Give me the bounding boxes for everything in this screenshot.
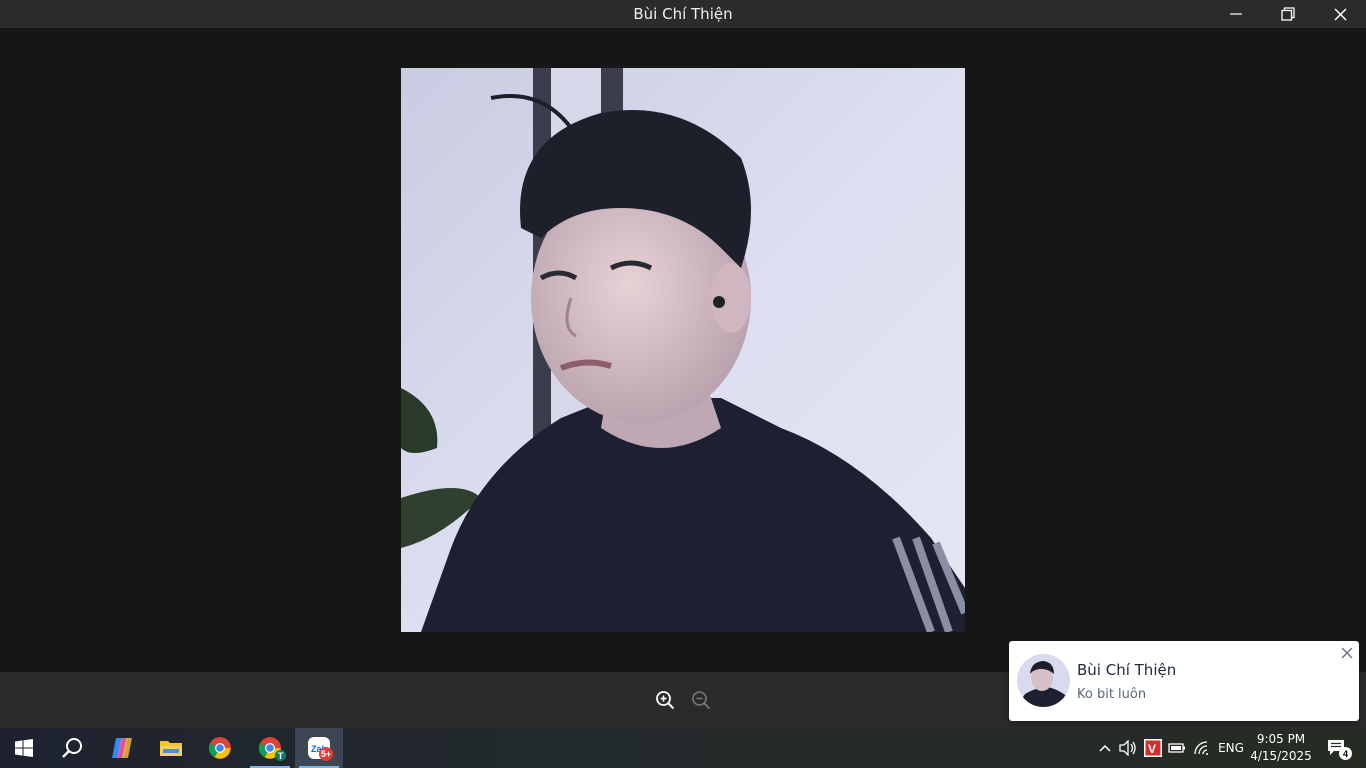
copilot-button[interactable] [98, 728, 146, 768]
clock-date: 4/15/2025 [1250, 749, 1312, 763]
vietnamese-keyboard-icon: V [1144, 739, 1162, 757]
zoom-in-button[interactable] [654, 689, 676, 711]
restore-icon [1281, 7, 1295, 21]
file-explorer-button[interactable] [147, 728, 195, 768]
zalo-button[interactable]: Zal 5+ [295, 728, 343, 768]
wifi-icon [1194, 741, 1208, 755]
minimize-icon [1230, 13, 1242, 15]
copilot-icon [112, 738, 132, 758]
vietnamese-input-button[interactable]: V [1142, 728, 1164, 768]
network-button[interactable] [1191, 728, 1213, 768]
chrome-button[interactable] [196, 728, 244, 768]
volume-icon [1119, 740, 1136, 756]
sender-avatar [1017, 654, 1070, 707]
notification-message: Ko bit luôn [1077, 687, 1147, 702]
image-viewer [0, 28, 1366, 672]
battery-icon [1168, 743, 1185, 753]
show-hidden-icons-button[interactable] [1096, 728, 1114, 768]
battery-button[interactable] [1166, 728, 1188, 768]
folder-icon [160, 741, 182, 756]
title-bar: Bùi Chí Thiện [0, 0, 1366, 28]
volume-button[interactable] [1118, 728, 1138, 768]
search-button[interactable] [48, 728, 96, 768]
action-center-button[interactable]: 4 [1320, 728, 1354, 768]
clock[interactable]: 9:05 PM 4/15/2025 [1250, 731, 1312, 765]
start-button[interactable] [0, 728, 48, 768]
language-indicator[interactable]: ENG [1216, 728, 1246, 768]
zoom-in-icon [656, 691, 675, 710]
zoom-out-button[interactable] [690, 689, 712, 711]
notification-sender: Bùi Chí Thiện [1077, 661, 1177, 679]
chevron-up-icon [1099, 744, 1111, 752]
close-icon [1333, 7, 1347, 21]
window-title: Bùi Chí Thiện [633, 5, 733, 23]
notification-count-badge: 4 [1339, 747, 1352, 760]
chrome-profile-button[interactable]: T [246, 728, 294, 768]
taskbar: T Zal 5+ V ENG 9:05 PM 4/15/2025 4 [0, 728, 1366, 768]
message-notification[interactable]: Bùi Chí Thiện Ko bit luôn [1009, 641, 1359, 721]
windows-logo-icon [15, 739, 33, 757]
profile-badge: T [275, 750, 286, 761]
vietnamese-input-letter: V [1148, 742, 1156, 756]
minimize-button[interactable] [1210, 0, 1262, 28]
chrome-icon [208, 737, 231, 759]
close-button[interactable] [1314, 0, 1366, 28]
profile-photo[interactable] [401, 68, 965, 632]
unread-badge: 5+ [319, 747, 333, 761]
zoom-out-icon [692, 691, 711, 710]
clock-time: 9:05 PM [1256, 732, 1306, 746]
close-icon[interactable] [1340, 646, 1354, 660]
restore-button[interactable] [1262, 0, 1314, 28]
search-icon [62, 738, 82, 758]
